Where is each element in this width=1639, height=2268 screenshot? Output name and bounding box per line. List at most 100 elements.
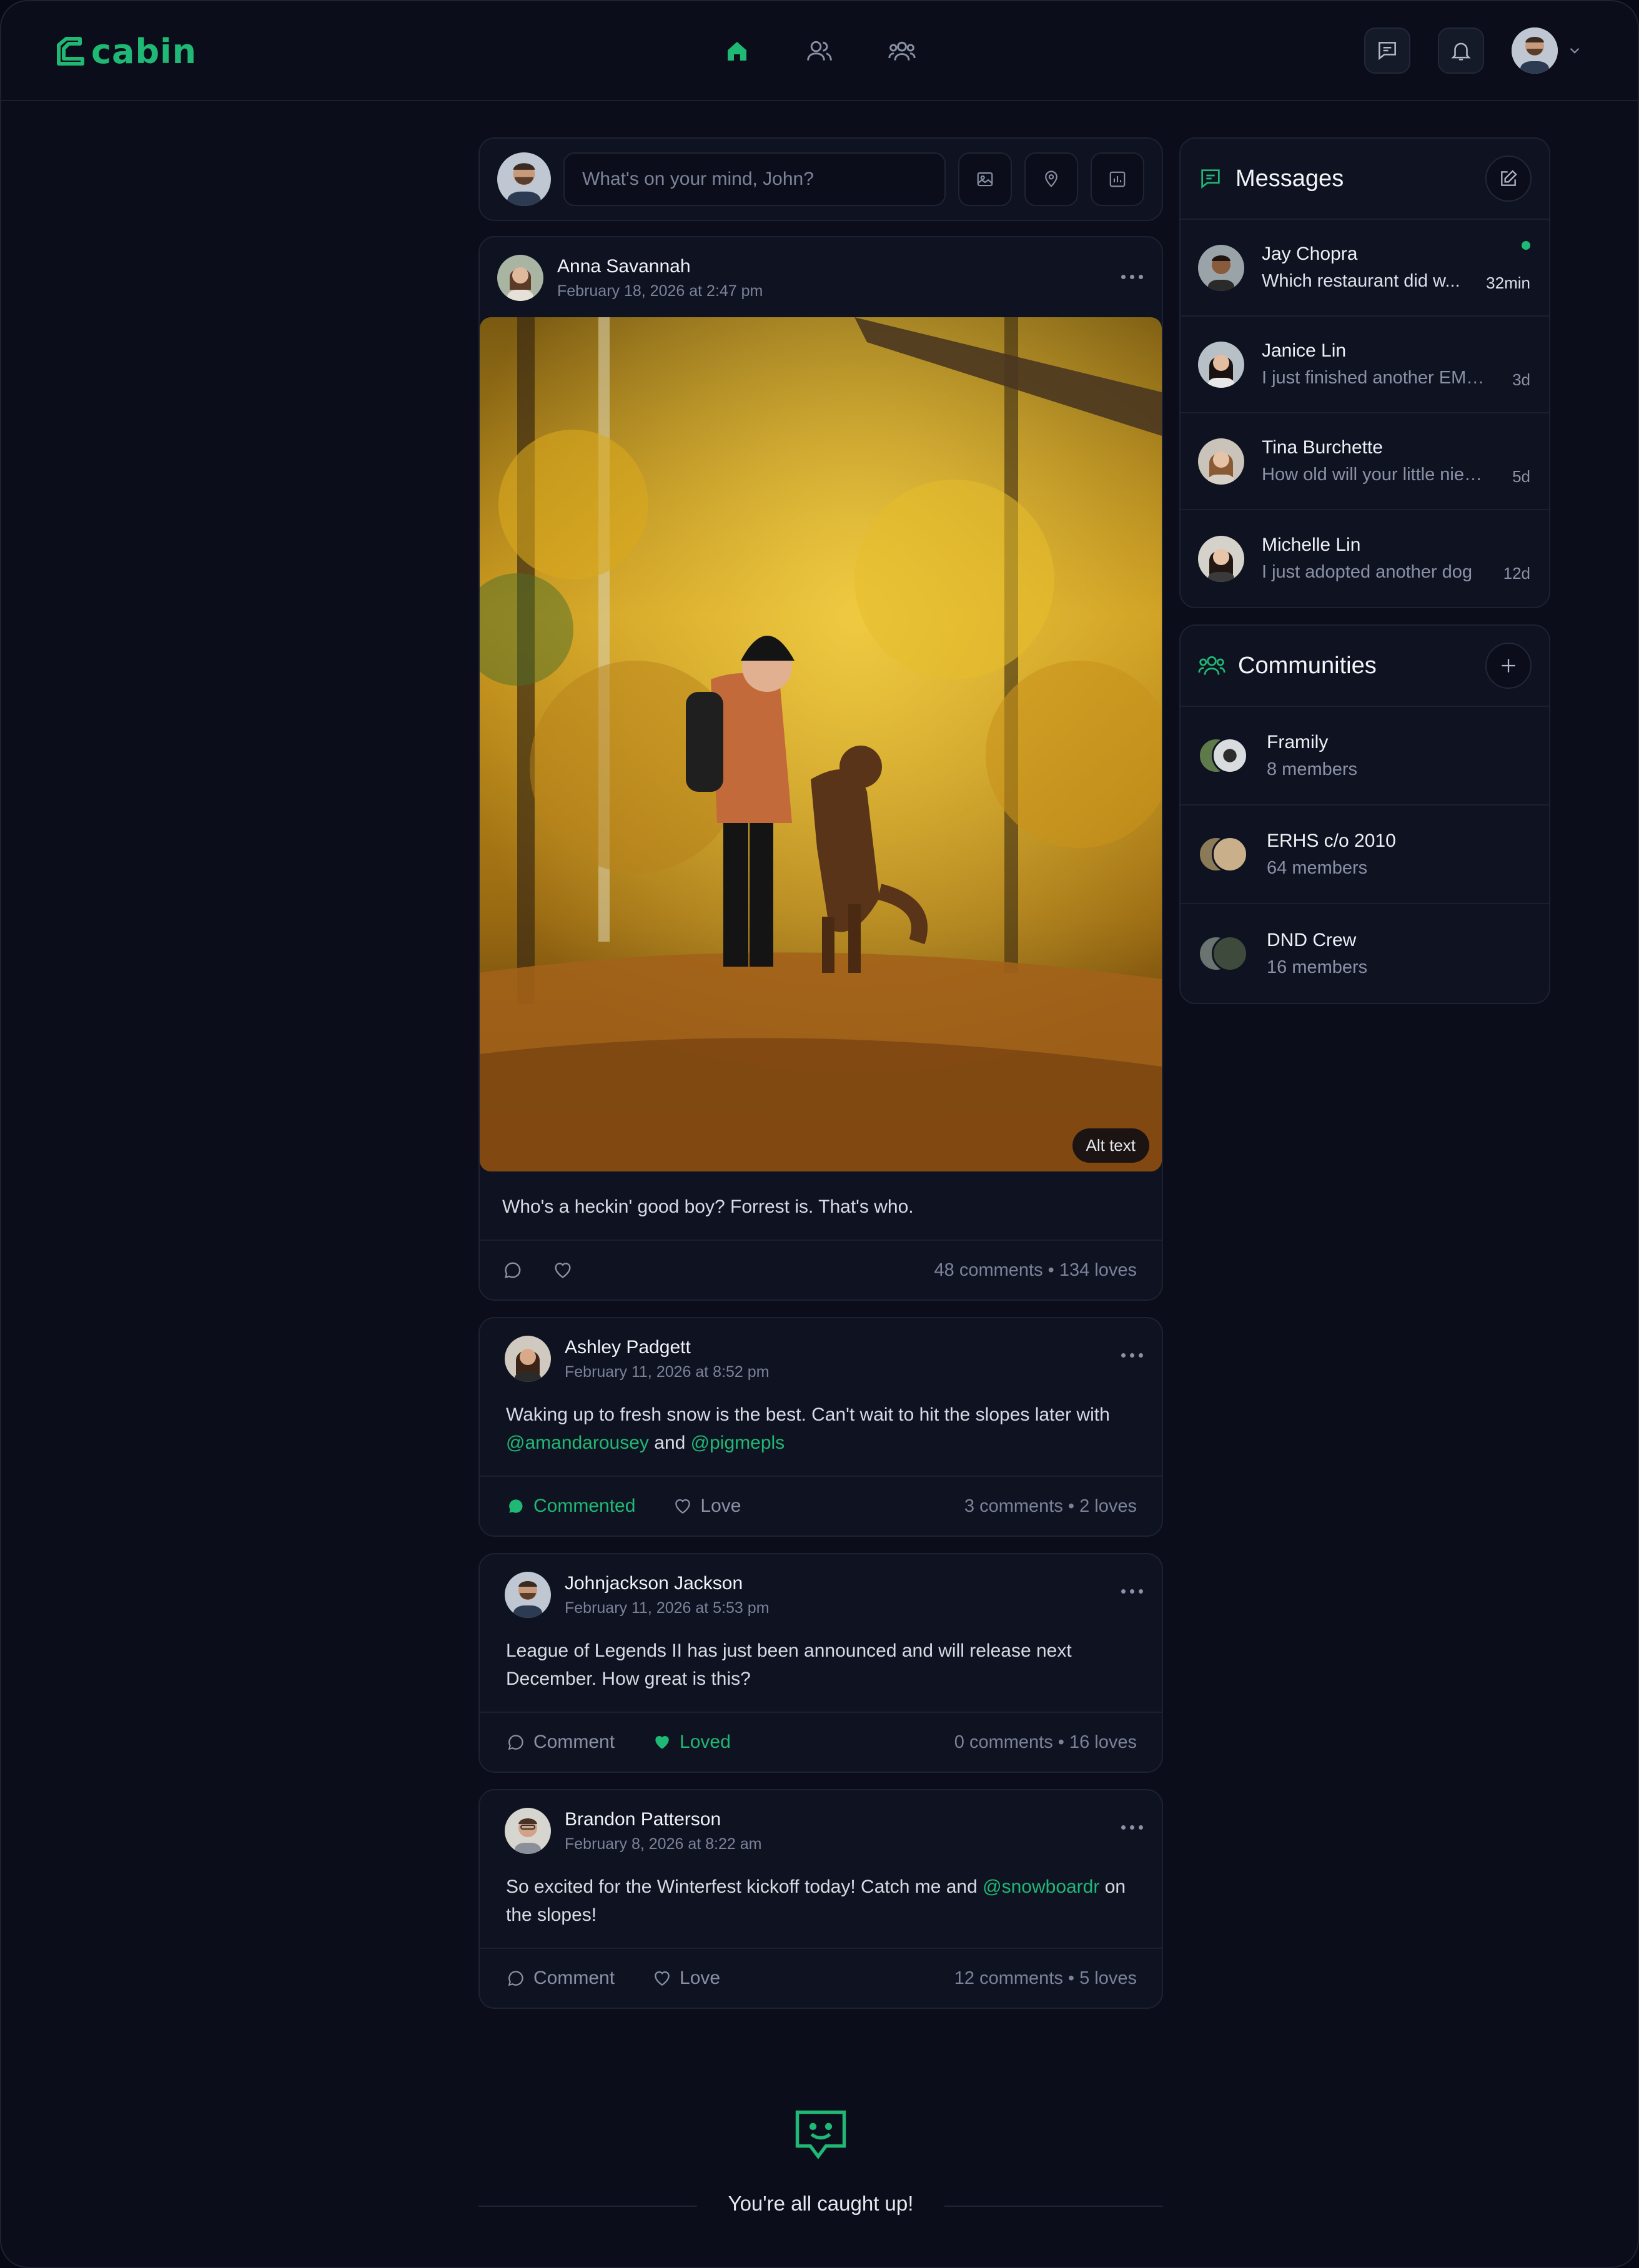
message-item[interactable]: Tina Burchette How old will your little … <box>1181 413 1549 510</box>
community-item[interactable]: DND Crew 16 members <box>1181 904 1549 1003</box>
post-stats[interactable]: 12 comments • 5 loves <box>954 1968 1137 1989</box>
mention-link[interactable]: @amandarousey <box>506 1432 649 1453</box>
compose-message-button[interactable] <box>1485 155 1532 202</box>
divider-left <box>478 2206 697 2207</box>
post-text: Waking up to fresh snow is the best. Can… <box>480 1382 1162 1457</box>
alt-text-badge[interactable]: Alt text <box>1072 1128 1149 1163</box>
comment-icon <box>505 1262 521 1278</box>
contact-name: Tina Burchette <box>1262 437 1383 458</box>
app-frame: cabin What's on your mind, John? Anna Sa… <box>0 0 1639 2268</box>
post-photo[interactable]: Alt text <box>480 317 1162 1171</box>
nav-communities[interactable] <box>887 36 917 66</box>
heart-icon <box>555 1263 571 1278</box>
communities-icon <box>888 41 916 61</box>
cabin-logo[interactable]: cabin <box>55 32 197 71</box>
plus-icon <box>1502 659 1515 673</box>
love-button[interactable] <box>552 1260 573 1281</box>
post-options-button[interactable] <box>1121 1825 1143 1830</box>
mention-link[interactable]: @pigmepls <box>691 1432 785 1453</box>
add-poll-button[interactable] <box>1091 152 1144 206</box>
author-avatar[interactable] <box>497 255 543 301</box>
post-stats[interactable]: 48 comments • 134 loves <box>934 1260 1137 1281</box>
community-name: Framily <box>1267 731 1329 752</box>
caught-up-text: You're all caught up! <box>728 2192 914 2215</box>
contact-name: Jay Chopra <box>1262 244 1358 264</box>
author-name[interactable]: Ashley Padgett <box>565 1337 770 1358</box>
add-community-button[interactable] <box>1485 643 1532 689</box>
feed: What's on your mind, John? Anna Savannah… <box>478 137 1163 2009</box>
cabin-logo-icon <box>57 37 84 66</box>
post-date: February 11, 2026 at 8:52 pm <box>565 1363 770 1381</box>
community-item[interactable]: Framily 8 members <box>1181 707 1549 806</box>
comment-label: Commented <box>533 1496 636 1516</box>
community-name: DND Crew <box>1267 929 1357 950</box>
top-actions <box>1364 27 1583 74</box>
post-header: Anna Savannah February 18, 2026 at 2:47 … <box>480 237 1162 301</box>
caught-up-section: You're all caught up! <box>478 2104 1163 2216</box>
message-preview: I just adopted another dog <box>1262 562 1472 582</box>
post-card: Johnjackson Jackson February 11, 2026 at… <box>478 1553 1163 1773</box>
contact-avatar <box>1198 341 1244 388</box>
contact-avatar <box>1198 535 1244 582</box>
comment-button[interactable] <box>502 1260 523 1281</box>
contact-avatar <box>1198 438 1244 485</box>
communities-icon <box>1198 656 1226 675</box>
love-button[interactable]: Love <box>652 1968 720 1989</box>
nav-friends[interactable] <box>805 36 834 66</box>
author-name[interactable]: Anna Savannah <box>557 256 763 277</box>
mention-link[interactable]: @snowboardr <box>983 1876 1099 1897</box>
profile-menu[interactable] <box>1512 27 1583 74</box>
smiley-chat-icon <box>795 2110 846 2159</box>
messages-button[interactable] <box>1364 27 1410 74</box>
post-options-button[interactable] <box>1121 1589 1143 1594</box>
love-button[interactable]: Loved <box>652 1732 731 1753</box>
post-footer: Comment Love 12 comments • 5 loves <box>480 1948 1162 2008</box>
message-item[interactable]: Janice Lin I just finished another EMS r… <box>1181 317 1549 413</box>
post-options-button[interactable] <box>1121 275 1143 279</box>
heart-icon <box>675 1499 691 1514</box>
message-item[interactable]: Michelle Lin I just adopted another dog … <box>1181 510 1549 607</box>
community-members: 16 members <box>1267 957 1368 977</box>
community-members: 64 members <box>1267 857 1368 878</box>
add-photo-button[interactable] <box>958 152 1012 206</box>
comment-label: Comment <box>533 1968 615 1988</box>
post-text: League of Legends II has just been annou… <box>506 1640 1072 1689</box>
post-date: February 18, 2026 at 2:47 pm <box>557 282 763 300</box>
message-time: 3d <box>1512 370 1530 389</box>
image-icon <box>977 172 993 187</box>
post-date: February 11, 2026 at 5:53 pm <box>565 1599 770 1617</box>
post-options-button[interactable] <box>1121 1353 1143 1358</box>
post-text: Who's a heckin' good boy? Forrest is. Th… <box>502 1196 914 1217</box>
friends-icon <box>807 41 832 61</box>
chevron-down-icon <box>1570 47 1580 54</box>
message-item[interactable]: Jay Chopra Which restaurant did w... 32m… <box>1181 220 1549 317</box>
post-card: Brandon Patterson February 8, 2026 at 8:… <box>478 1789 1163 2009</box>
contact-avatar <box>1198 244 1244 291</box>
author-avatar[interactable] <box>505 1808 551 1854</box>
community-avatars <box>1198 735 1249 776</box>
comment-button[interactable]: Commented <box>506 1496 635 1517</box>
comment-button[interactable]: Comment <box>506 1732 615 1753</box>
author-avatar[interactable] <box>505 1572 551 1618</box>
comment-button[interactable]: Comment <box>506 1968 615 1989</box>
message-preview: How old will your little niec... <box>1262 465 1487 485</box>
post-stats[interactable]: 0 comments • 16 loves <box>954 1732 1137 1753</box>
author-avatar[interactable] <box>505 1336 551 1382</box>
nav-home[interactable] <box>722 36 752 66</box>
post-stats[interactable]: 3 comments • 2 loves <box>964 1496 1137 1517</box>
notifications-button[interactable] <box>1438 27 1484 74</box>
community-item[interactable]: ERHS c/o 2010 64 members <box>1181 806 1549 904</box>
author-name[interactable]: Johnjackson Jackson <box>565 1573 770 1594</box>
home-icon <box>728 42 746 61</box>
community-avatars <box>1198 933 1249 974</box>
message-time: 32min <box>1486 274 1530 292</box>
divider-right <box>944 2206 1163 2207</box>
author-name[interactable]: Brandon Patterson <box>565 1809 761 1830</box>
post-text-part: So excited for the Winterfest kickoff to… <box>506 1876 983 1897</box>
add-location-button[interactable] <box>1024 152 1078 206</box>
love-button[interactable]: Love <box>673 1496 741 1517</box>
post-input[interactable]: What's on your mind, John? <box>563 152 946 206</box>
top-bar: cabin <box>1 1 1638 101</box>
message-preview: Which restaurant did w... <box>1262 271 1460 291</box>
post-header: Brandon Patterson February 8, 2026 at 8:… <box>480 1790 1162 1854</box>
